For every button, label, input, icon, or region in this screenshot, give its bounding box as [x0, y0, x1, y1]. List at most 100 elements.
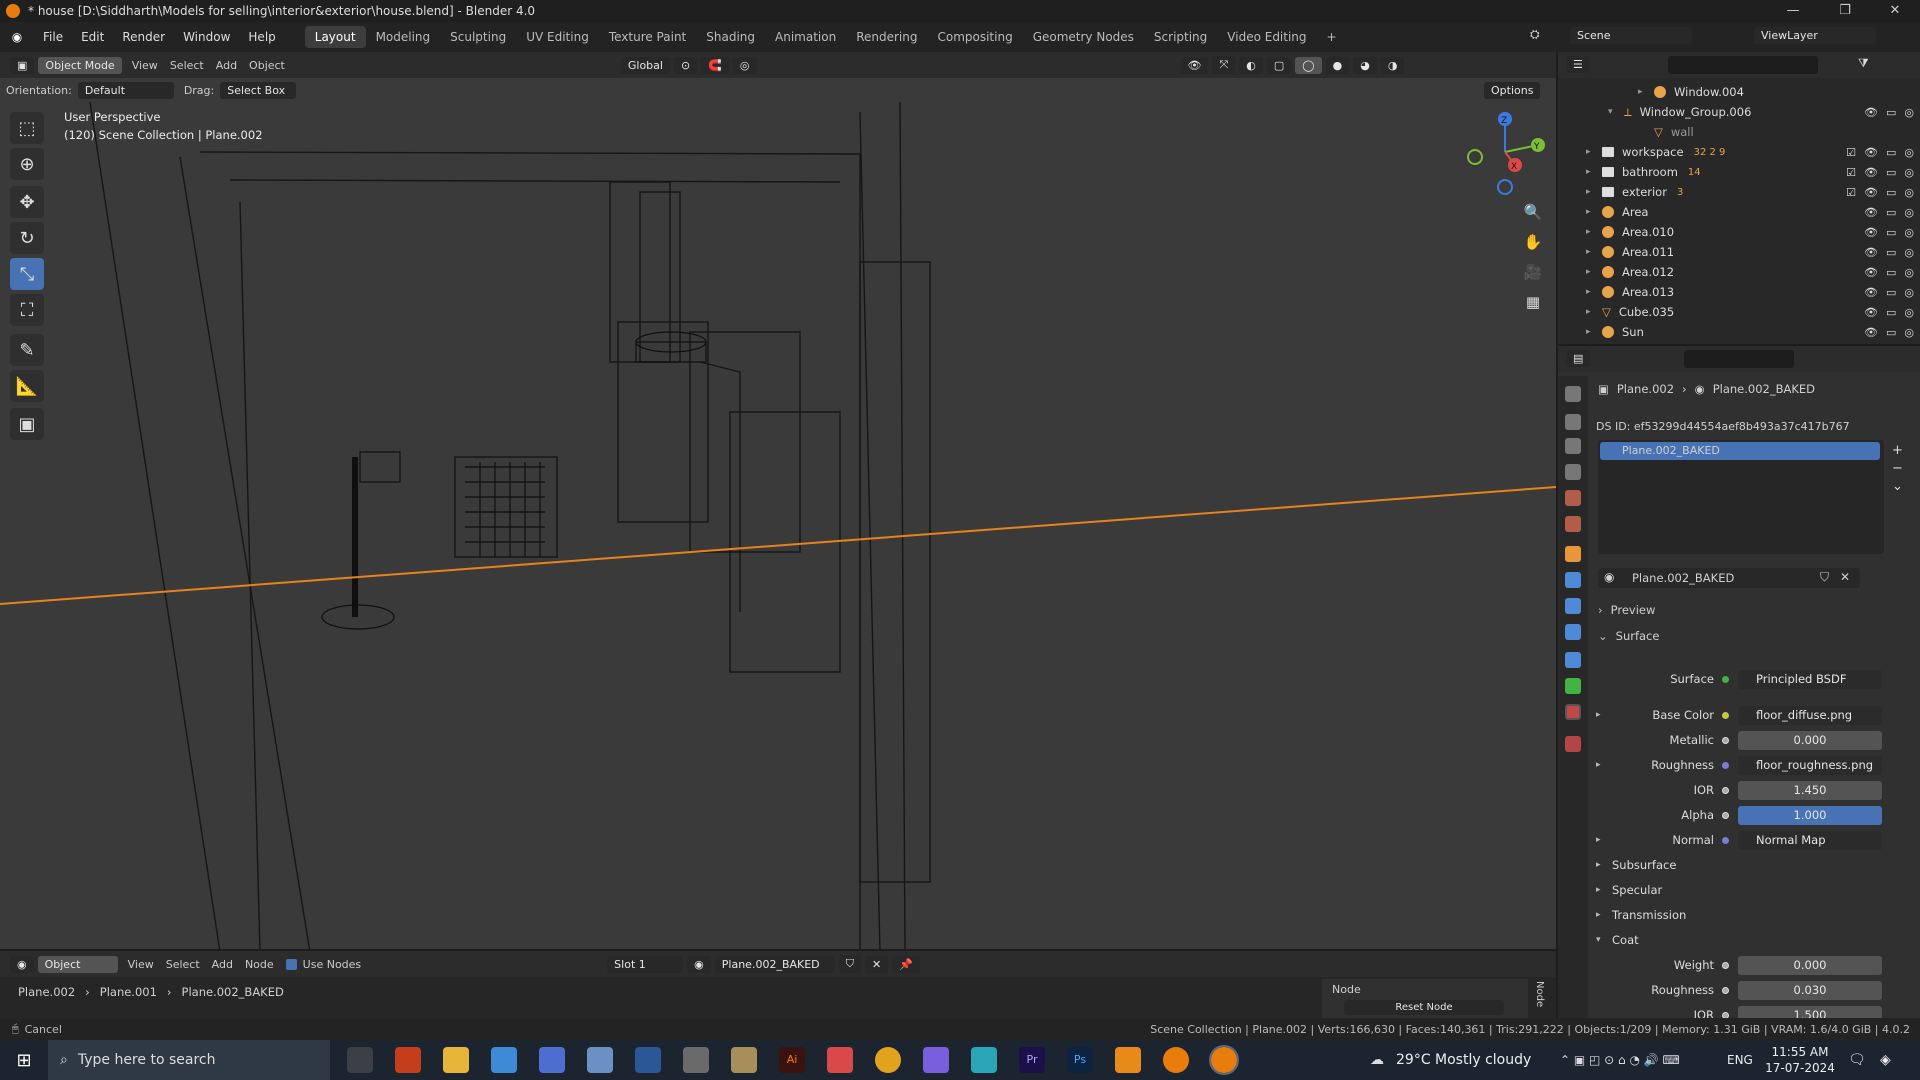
- world-tab-icon[interactable]: [1565, 516, 1581, 532]
- monitor-icon[interactable]: ▭: [1886, 306, 1896, 319]
- vlc-icon[interactable]: [1115, 1047, 1141, 1073]
- viewport-menu-object[interactable]: Object: [249, 59, 285, 72]
- material-name-field[interactable]: Plane.002_BAKED: [1632, 571, 1734, 585]
- exclude-checkbox[interactable]: ☑: [1846, 146, 1856, 159]
- premiere-icon[interactable]: Pr: [1019, 1047, 1045, 1073]
- property-value[interactable]: Normal Map: [1738, 830, 1882, 850]
- row-toggles[interactable]: 👁 ▭ ◎: [1864, 306, 1914, 319]
- outliner-row[interactable]: ▸ exterior 3 ☑ 👁 ▭ ◎: [1558, 182, 1920, 202]
- camera-icon[interactable]: ◎: [1904, 206, 1914, 219]
- pivot-icon[interactable]: ⊙: [673, 56, 698, 74]
- app-icon[interactable]: [683, 1047, 709, 1073]
- material-slot-item[interactable]: Plane.002_BAKED: [1600, 442, 1880, 460]
- camera-icon[interactable]: ◎: [1904, 146, 1914, 159]
- eye-icon[interactable]: 👁: [1864, 226, 1878, 239]
- property-value[interactable]: 0.030: [1738, 980, 1882, 1000]
- windows-start-icon[interactable]: ⊞: [0, 1050, 48, 1071]
- outliner-search-input[interactable]: [1668, 56, 1818, 74]
- constraints-tab-icon[interactable]: [1565, 652, 1581, 668]
- expand-chevron-icon[interactable]: ▸: [1596, 860, 1601, 870]
- add-workspace-icon[interactable]: +: [1317, 26, 1347, 48]
- row-toggles[interactable]: ☑ 👁 ▭ ◎: [1846, 166, 1914, 179]
- data-tab-icon[interactable]: [1565, 678, 1581, 694]
- material-tab-icon[interactable]: [1565, 704, 1581, 720]
- tab-compositing[interactable]: Compositing: [927, 26, 1022, 48]
- socket-icon[interactable]: [1722, 675, 1729, 683]
- expand-chevron-icon[interactable]: ▸: [1586, 187, 1596, 197]
- output-tab-icon[interactable]: [1565, 438, 1581, 454]
- expand-chevron-icon[interactable]: ▸: [1596, 760, 1601, 770]
- xray-icon[interactable]: ▢: [1266, 56, 1292, 74]
- camera-icon[interactable]: ◎: [1904, 306, 1914, 319]
- expand-chevron-icon[interactable]: ▾: [1596, 935, 1601, 945]
- modifier-tab-icon[interactable]: [1565, 572, 1581, 588]
- monitor-icon[interactable]: ▭: [1886, 206, 1896, 219]
- notifications-icon[interactable]: 🗨: [1848, 1052, 1866, 1068]
- taskbar-search[interactable]: ⌕ Type here to search: [48, 1040, 330, 1080]
- row-toggles[interactable]: 👁 ▭ ◎: [1864, 246, 1914, 259]
- scale-tool-icon[interactable]: ⤡: [10, 258, 44, 290]
- camera-icon[interactable]: ◎: [1904, 326, 1914, 339]
- row-toggles[interactable]: ☑ 👁 ▭ ◎: [1846, 146, 1914, 159]
- subsection-header[interactable]: ▸ Specular: [1588, 879, 1920, 901]
- material-datablock[interactable]: ◉ Plane.002_BAKED ⛉ ✕: [1598, 568, 1860, 588]
- camera-icon[interactable]: ◎: [1904, 186, 1914, 199]
- proportional-edit-icon[interactable]: ◎: [732, 56, 757, 74]
- scene-selector[interactable]: Scene: [1570, 27, 1692, 44]
- socket-icon[interactable]: [1722, 711, 1729, 719]
- monitor-icon[interactable]: ▭: [1886, 246, 1896, 259]
- app-icon[interactable]: [923, 1047, 949, 1073]
- app-icon[interactable]: [731, 1047, 757, 1073]
- outliner-row[interactable]: ▸ Area.013 👁 ▭ ◎: [1558, 282, 1920, 302]
- clock[interactable]: 11:55 AM 17-07-2024: [1765, 1044, 1835, 1076]
- node-fake-user-icon[interactable]: ⛉: [838, 955, 862, 973]
- mode-selector[interactable]: Object Mode: [38, 56, 122, 74]
- outliner-row[interactable]: ▸ Area.012 👁 ▭ ◎: [1558, 262, 1920, 282]
- minimize-icon[interactable]: —: [1770, 0, 1816, 22]
- subsection-header[interactable]: ▸ Transmission: [1588, 904, 1920, 926]
- viewport-menu-add[interactable]: Add: [216, 59, 237, 72]
- node-material-browse-icon[interactable]: ◉: [687, 955, 711, 973]
- app-icon[interactable]: [827, 1047, 853, 1073]
- property-value[interactable]: floor_roughness.png: [1738, 755, 1882, 775]
- tab-sculpting[interactable]: Sculpting: [440, 26, 516, 48]
- blender-menu-icon[interactable]: ◉: [0, 30, 34, 44]
- monitor-icon[interactable]: ▭: [1886, 186, 1896, 199]
- pin-icon[interactable]: 📌: [892, 955, 920, 973]
- add-slot-icon[interactable]: +: [1892, 442, 1903, 460]
- property-value[interactable]: 0.000: [1738, 730, 1882, 750]
- expand-chevron-icon[interactable]: ▾: [1608, 107, 1618, 117]
- tab-animation[interactable]: Animation: [765, 26, 846, 48]
- node-editor-type-icon[interactable]: ◉: [10, 955, 34, 973]
- expand-chevron-icon[interactable]: ▸: [1586, 287, 1596, 297]
- menu-window[interactable]: Window: [174, 30, 239, 44]
- overlay-toggle-icon[interactable]: ◐: [1239, 56, 1263, 74]
- tab-modeling[interactable]: Modeling: [366, 26, 441, 48]
- word-icon[interactable]: [635, 1047, 661, 1073]
- socket-icon[interactable]: [1722, 986, 1729, 994]
- tool-tab-icon[interactable]: [1565, 386, 1581, 402]
- zoom-icon[interactable]: 🔍: [1518, 197, 1548, 227]
- use-nodes-checkbox[interactable]: [285, 958, 297, 970]
- weather-text[interactable]: 29°C Mostly cloudy: [1396, 1052, 1531, 1068]
- outliner-row[interactable]: ▸ Area 👁 ▭ ◎: [1558, 202, 1920, 222]
- tab-video-editing[interactable]: Video Editing: [1217, 26, 1316, 48]
- node-unlink-icon[interactable]: ✕: [865, 955, 889, 973]
- monitor-icon[interactable]: ▭: [1886, 286, 1896, 299]
- slot-menu-icon[interactable]: ⌄: [1892, 478, 1903, 496]
- exclude-checkbox[interactable]: ☑: [1846, 186, 1856, 199]
- outliner-row[interactable]: ▸ bathroom 14 ☑ 👁 ▭ ◎: [1558, 162, 1920, 182]
- property-value[interactable]: 1.450: [1738, 780, 1882, 800]
- socket-icon[interactable]: [1722, 961, 1729, 969]
- tab-rendering[interactable]: Rendering: [846, 26, 927, 48]
- select-tool-icon[interactable]: ⬚: [10, 112, 44, 144]
- menu-help[interactable]: Help: [239, 30, 284, 44]
- camera-icon[interactable]: ◎: [1904, 226, 1914, 239]
- socket-icon[interactable]: [1722, 761, 1729, 769]
- scene-icon[interactable]: ⛭: [1530, 27, 1556, 42]
- expand-chevron-icon[interactable]: ▸: [1596, 710, 1601, 720]
- outliner-row[interactable]: ▸ Area.011 👁 ▭ ◎: [1558, 242, 1920, 262]
- close-icon[interactable]: ✕: [1872, 0, 1918, 22]
- photoshop-icon[interactable]: Ps: [1067, 1047, 1093, 1073]
- tab-geometry-nodes[interactable]: Geometry Nodes: [1023, 26, 1144, 48]
